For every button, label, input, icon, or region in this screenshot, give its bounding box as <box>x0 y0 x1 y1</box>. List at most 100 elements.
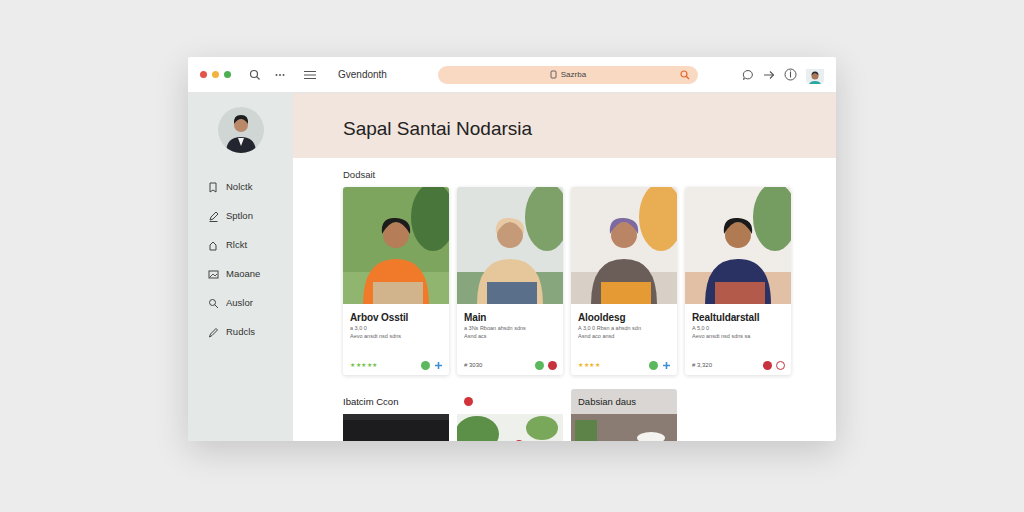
tile-header: Dabsian daus <box>571 389 677 414</box>
ring-icon[interactable] <box>776 361 785 370</box>
card-footer: # 3030 <box>464 361 557 370</box>
star-icon: ★ <box>595 362 601 368</box>
maximize-button[interactable] <box>224 71 231 78</box>
card-price: # 3,320 <box>692 361 712 370</box>
card-title[interactable]: Arbov Osstil <box>350 310 443 325</box>
sidebar: Nolctk Sptlon Rlckt Maoane Auslor Rudcls <box>188 93 293 441</box>
card-text: Asnd aco ansd <box>578 333 671 340</box>
tile-header: Ibatcim Ccon <box>343 389 449 414</box>
card-actions <box>763 361 785 370</box>
status-dot[interactable] <box>548 361 557 370</box>
star-icon: ★ <box>356 362 362 368</box>
search-icon[interactable] <box>249 69 261 81</box>
sidebar-item[interactable]: Rlckt <box>188 231 293 260</box>
search-icon <box>208 298 219 309</box>
card-price: # 3030 <box>464 361 482 370</box>
sidebar-item[interactable]: Maoane <box>188 260 293 289</box>
card-actions <box>421 361 443 370</box>
sidebar-item[interactable]: Nolctk <box>188 173 293 202</box>
product-card[interactable]: AlooldesgA 3,0 0 Rbsn a ahsdn sdnAsnd ac… <box>571 187 677 375</box>
window-controls <box>188 69 293 81</box>
minimize-button[interactable] <box>212 71 219 78</box>
search-value[interactable]: Sazrba <box>561 69 586 81</box>
card-text: a 3Ns Rboan ahsdn sdns <box>464 325 557 332</box>
featured-section: DodsaitArbov Osstila 3,0 0Aevo ansdt nsd… <box>293 168 836 441</box>
product-card[interactable]: RealtuldarstallA 5,0 0Aevo ansdt nsd sdn… <box>685 187 791 375</box>
card-photo <box>571 187 677 304</box>
status-dot[interactable] <box>535 361 544 370</box>
card-actions <box>535 361 557 370</box>
window-body: Nolctk Sptlon Rlckt Maoane Auslor Rudcls Sapal… <box>188 93 836 441</box>
card-info: RealtuldarstallA 5,0 0Aevo ansdt nsd sdn… <box>685 304 791 375</box>
sidebar-item[interactable]: Rudcls <box>188 318 293 347</box>
toolbar: Gvendonth Sazrba <box>188 57 836 93</box>
status-dot[interactable] <box>649 361 658 370</box>
star-icon: ★ <box>367 362 373 368</box>
card-title[interactable]: Main <box>464 310 557 325</box>
sidebar-item[interactable]: Auslor <box>188 289 293 318</box>
card-info: Maina 3Ns Rboan ahsdn sdnsAsnd acs # 3030 <box>457 304 563 375</box>
edit-icon <box>208 211 219 222</box>
product-card[interactable]: Maina 3Ns Rboan ahsdn sdnsAsnd acs # 3030 <box>457 187 563 375</box>
card-photo <box>343 187 449 304</box>
tile-photo <box>457 414 563 441</box>
add-icon[interactable] <box>662 361 671 370</box>
card-info: AlooldesgA 3,0 0 Rbsn a ahsdn sdnAsnd ac… <box>571 304 677 375</box>
card-photo <box>685 187 791 304</box>
card-text: Aevo ansdt nsd sdns sa <box>692 333 785 340</box>
card-footer: ★★★★★ <box>350 361 443 370</box>
status-dot[interactable] <box>763 361 772 370</box>
search-icon[interactable] <box>680 70 690 80</box>
info-icon[interactable] <box>784 68 797 81</box>
product-card[interactable]: Arbov Osstila 3,0 0Aevo ansdt nsd sdns★★… <box>343 187 449 375</box>
card-info: Arbov Osstila 3,0 0Aevo ansdt nsd sdns★★… <box>343 304 449 375</box>
window-title: Gvendonth <box>338 67 387 82</box>
more-icon[interactable] <box>274 69 286 81</box>
star-icon: ★ <box>350 362 356 368</box>
card-photo <box>457 187 563 304</box>
toolbar-main: Gvendonth Sazrba <box>293 66 836 84</box>
content-tile[interactable]: Dabsian daus <box>571 389 677 441</box>
chat-icon[interactable] <box>742 69 754 81</box>
tile-label[interactable]: Ibatcim Ccon <box>343 395 398 409</box>
toolbar-actions <box>742 66 824 84</box>
status-dot[interactable] <box>421 361 430 370</box>
star-icon: ★ <box>361 362 367 368</box>
rating-stars: ★★★★★ <box>350 361 378 370</box>
forward-icon[interactable] <box>763 69 775 81</box>
tile-header <box>457 389 563 414</box>
star-icon: ★ <box>578 362 584 368</box>
home-icon <box>208 240 219 251</box>
page-header: Sapal Santai Nodarsia <box>293 93 836 158</box>
sidebar-label[interactable]: Auslor <box>226 296 253 310</box>
sidebar-label[interactable]: Sptlon <box>226 209 253 223</box>
menu-icon[interactable] <box>304 70 316 80</box>
user-avatar[interactable] <box>218 107 264 153</box>
address-bar[interactable]: Sazrba <box>438 66 698 84</box>
card-title[interactable]: Realtuldarstall <box>692 310 785 325</box>
content-tile[interactable] <box>457 389 563 441</box>
close-button[interactable] <box>200 71 207 78</box>
sidebar-label[interactable]: Maoane <box>226 267 260 281</box>
rating-stars: ★★★★ <box>578 361 600 370</box>
bookmark-icon <box>208 182 219 193</box>
card-text: Aevo ansdt nsd sdns <box>350 333 443 340</box>
card-text: A 5,0 0 <box>692 325 785 332</box>
badge-dot <box>464 397 473 406</box>
tile-label[interactable]: Dabsian daus <box>578 395 636 409</box>
add-icon[interactable] <box>434 361 443 370</box>
page-title: Sapal Santai Nodarsia <box>343 115 532 144</box>
image-icon <box>208 269 219 280</box>
sidebar-label[interactable]: Rlckt <box>226 238 247 252</box>
more-row: Ibatcim Ccon Dabsian daus <box>343 389 836 441</box>
card-title[interactable]: Alooldesg <box>578 310 671 325</box>
sidebar-label[interactable]: Rudcls <box>226 325 255 339</box>
profile-avatar[interactable] <box>806 66 824 84</box>
star-icon: ★ <box>372 362 378 368</box>
card-text: Asnd acs <box>464 333 557 340</box>
section-title: Dodsait <box>343 168 836 182</box>
content-tile[interactable]: Ibatcim Ccon <box>343 389 449 441</box>
main-content: Sapal Santai Nodarsia Dodsait Arbov Osstil… <box>293 93 836 441</box>
sidebar-item[interactable]: Sptlon <box>188 202 293 231</box>
sidebar-label[interactable]: Nolctk <box>226 180 252 194</box>
